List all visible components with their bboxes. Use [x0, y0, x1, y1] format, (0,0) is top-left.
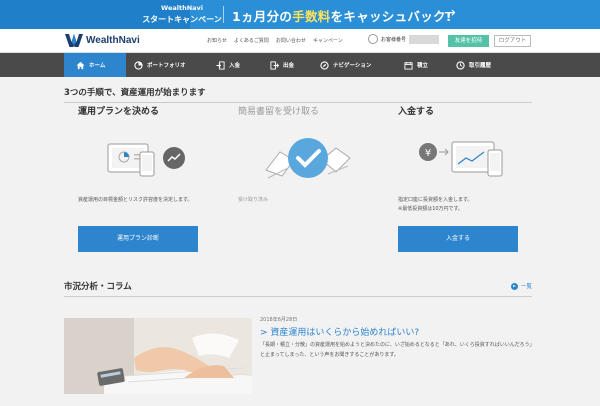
campaign-brand: WealthNavi: [161, 4, 203, 12]
banner-headline: 1ヵ月分の手数料をキャッシュバック!: [232, 6, 452, 25]
nav-label: 積立: [417, 63, 429, 69]
nav-item-portfolio[interactable]: ポートフォリオ: [134, 53, 186, 77]
nav-label: 出金: [283, 63, 295, 69]
nav-label: 取引履歴: [469, 63, 492, 69]
banner-divider: [223, 6, 224, 23]
article-thumbnail[interactable]: [64, 318, 252, 394]
article-item[interactable]: 2018年6月28日 > 資産運用はいくらから始めればいい? 「長期・積立・分散…: [64, 316, 532, 394]
masked-user-number: [409, 34, 440, 44]
step-desc-note: ※最低投資額は10万円です。: [398, 206, 464, 212]
step-desc: 受け取り済み: [238, 197, 269, 203]
home-icon: [76, 61, 85, 69]
logout-button[interactable]: ログアウト: [494, 35, 531, 47]
step-mail: 簡易書留を受け取る: [238, 104, 378, 117]
nav-label: ホーム: [89, 63, 106, 69]
step-plan: 運用プランを決める: [78, 104, 218, 117]
article-date: 2018年6月28日: [260, 317, 298, 323]
headline-pre: 1ヵ月分の: [232, 9, 293, 24]
logo[interactable]: WealthNavi: [65, 34, 140, 47]
link-campaign[interactable]: キャンペーン: [313, 37, 343, 44]
column-list-link[interactable]: 一覧: [510, 282, 532, 290]
link-faq[interactable]: よくあるご質問: [234, 37, 269, 44]
step-deposit: 入金する: [398, 104, 538, 117]
site-header: WealthNavi お知らせ よくあるご質問 お問い合わせ キャンペーン お客…: [0, 29, 600, 53]
column-more-label: 一覧: [520, 284, 532, 290]
deposit-button[interactable]: 入金する: [398, 226, 518, 252]
link-news[interactable]: お知らせ: [207, 37, 227, 44]
wealthnavi-logo-icon: [65, 34, 83, 47]
svg-text:¥: ¥: [425, 148, 431, 159]
nav-item-history[interactable]: 取引履歴: [456, 53, 491, 77]
article-title-link[interactable]: > 資産運用はいくらから始めればいい?: [260, 325, 419, 338]
campaign-label: WealthNavi スタートキャンペーン: [142, 3, 222, 25]
user-label: お客様番号: [381, 36, 407, 43]
main-nav: ホーム ポートフォリオ 入金 出金 ナビゲーション 積立 取引履歴: [0, 53, 600, 77]
link-contact[interactable]: お問い合わせ: [276, 37, 306, 44]
recurring-icon: [404, 61, 413, 70]
page-title: 3つの手順で、資産運用が始まります: [64, 88, 206, 98]
campaign-name: スタートキャンペーン: [142, 15, 222, 24]
step-desc-line: 指定口座に投資額を入金します。: [398, 197, 473, 203]
nav-item-deposit[interactable]: 入金: [216, 53, 240, 77]
logo-text: WealthNavi: [86, 35, 140, 46]
headline-post: をキャッシュバック!: [330, 9, 452, 24]
user-menu[interactable]: お客様番号: [368, 34, 440, 44]
divider: [64, 296, 532, 297]
divider: [64, 102, 532, 103]
step-title: 運用プランを決める: [78, 107, 160, 117]
nav-label: ポートフォリオ: [147, 63, 186, 69]
mail-received-illustration: [265, 138, 351, 179]
step-title: 簡易書留を受け取る: [238, 107, 320, 117]
main-content: 3つの手順で、資産運用が始まります 運用プランを決める 資産運用の目標金額とリス…: [64, 86, 532, 394]
nav-item-home[interactable]: ホーム: [64, 53, 126, 77]
deposit-devices-illustration: ¥: [419, 141, 503, 177]
chevron-right-icon: [510, 282, 518, 290]
column-title: 市況分析・コラム: [64, 282, 132, 292]
portfolio-icon: [134, 60, 143, 70]
promo-banner[interactable]: WealthNavi スタートキャンペーン 1ヵ月分の手数料をキャッシュバック!…: [0, 0, 600, 29]
step-desc: 指定口座に投資額を入金します。 ※最低投資額は10万円です。: [398, 196, 538, 214]
user-icon: [368, 34, 378, 44]
nav-item-withdraw[interactable]: 出金: [270, 53, 294, 77]
plan-devices-illustration: [107, 143, 185, 177]
history-icon: [456, 60, 465, 70]
nav-item-navigation[interactable]: ナビゲーション: [320, 53, 371, 77]
step-desc: 資産運用の目標金額とリスク許容度を決定します。: [78, 197, 193, 203]
headline-highlight: 手数料: [292, 9, 331, 24]
deposit-icon: [216, 60, 225, 70]
nav-label: 入金: [229, 63, 241, 69]
article-excerpt: 「長期・積立・分散」の資産運用を始めようと決めたのに、いざ始めるとなると「あれ、…: [260, 342, 532, 358]
plan-diagnosis-button[interactable]: 運用プラン診断: [78, 226, 198, 252]
withdraw-icon: [270, 60, 279, 70]
step-title: 入金する: [398, 107, 435, 117]
invite-friend-button[interactable]: 友達を招待: [448, 35, 489, 47]
column-section-header: 市況分析・コラム 一覧: [64, 280, 532, 297]
navigation-icon: [320, 60, 329, 70]
arrow-right-icon[interactable]: →: [444, 5, 456, 21]
nav-label: ナビゲーション: [333, 63, 372, 69]
onboarding-steps: 運用プランを決める 資産運用の目標金額とリスク許容度を決定します。 運用プラン診…: [64, 104, 532, 262]
header-links: お知らせ よくあるご質問 お問い合わせ キャンペーン: [207, 37, 343, 44]
nav-item-recurring[interactable]: 積立: [404, 53, 428, 77]
